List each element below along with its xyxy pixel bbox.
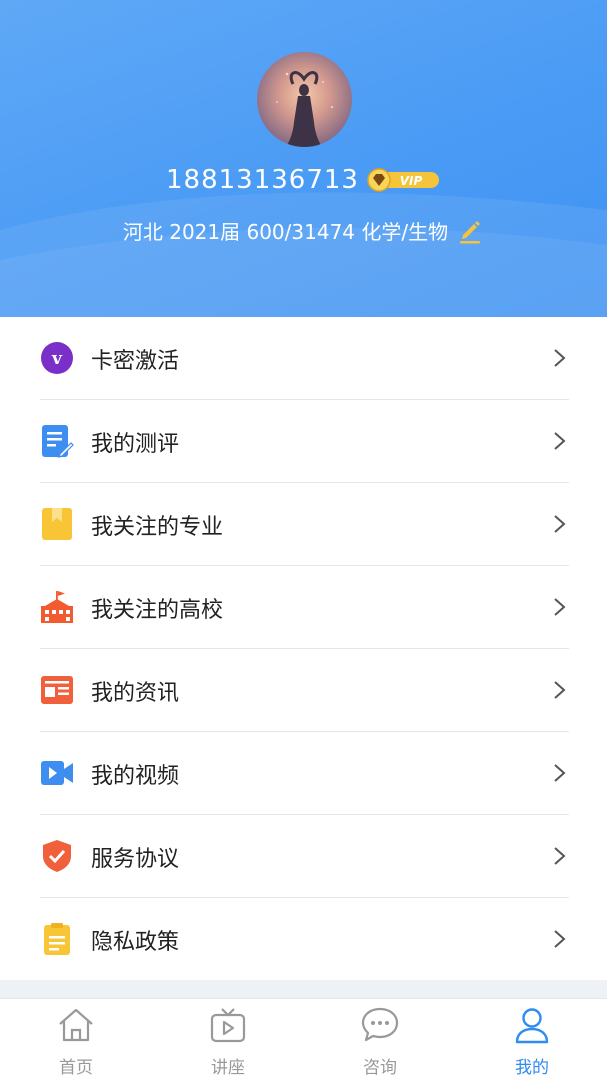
menu-item-label: 我的资讯 — [91, 681, 180, 706]
document-edit-icon — [40, 424, 74, 458]
avatar[interactable] — [257, 52, 352, 147]
tab-label: 咨询 — [363, 1058, 397, 1078]
tab-lectures[interactable]: 讲座 — [152, 999, 304, 1081]
tab-consult[interactable]: 咨询 — [304, 999, 456, 1081]
menu-item-service-agreement[interactable]: 服务协议 — [0, 815, 607, 898]
clipboard-icon — [40, 922, 74, 956]
bookmark-book-icon — [40, 507, 74, 541]
tab-label: 首页 — [59, 1058, 93, 1078]
chevron-right-icon — [554, 432, 566, 450]
menu-item-label: 隐私政策 — [91, 930, 180, 955]
account-row: 18813136713 VIP — [0, 160, 607, 200]
svg-text:v: v — [51, 349, 63, 369]
chevron-right-icon — [554, 930, 566, 948]
menu-item-my-videos[interactable]: 我的视频 — [0, 732, 607, 815]
tab-home[interactable]: 首页 — [0, 999, 152, 1081]
phone-number: 18813136713 — [166, 165, 359, 195]
menu-item-label: 我关注的专业 — [91, 515, 224, 540]
vip-label: VIP — [400, 174, 423, 188]
chevron-right-icon — [554, 764, 566, 782]
school-building-icon — [40, 590, 74, 624]
v-circle-icon: v — [40, 341, 74, 375]
chevron-right-icon — [554, 349, 566, 367]
menu-item-label: 我关注的高校 — [91, 598, 224, 623]
menu-item-my-news[interactable]: 我的资讯 — [0, 649, 607, 732]
tab-mine[interactable]: 我的 — [456, 999, 607, 1081]
chevron-right-icon — [554, 681, 566, 699]
bottom-tab-bar: 首页 讲座 咨询 我的 — [0, 998, 607, 1081]
video-camera-icon — [40, 756, 74, 790]
vip-badge-icon: VIP — [367, 168, 439, 192]
tab-label: 讲座 — [211, 1058, 245, 1078]
menu-list: v 卡密激活 我的测评 我关注的专业 我关注的高校 我的资讯 我的视频 服务协议… — [0, 317, 607, 980]
menu-item-label: 服务协议 — [91, 847, 180, 872]
menu-item-privacy-policy[interactable]: 隐私政策 — [0, 898, 607, 981]
tv-play-icon — [208, 1005, 248, 1045]
menu-item-followed-majors[interactable]: 我关注的专业 — [0, 483, 607, 566]
news-icon — [40, 673, 74, 707]
menu-item-label: 卡密激活 — [91, 349, 180, 374]
exam-info: 河北 2021届 600/31474 化学/生物 — [122, 219, 449, 244]
profile-info-row: 河北 2021届 600/31474 化学/生物 — [0, 212, 607, 248]
chat-bubble-icon — [360, 1005, 400, 1045]
edit-pencil-icon[interactable] — [456, 216, 484, 244]
menu-item-my-evaluation[interactable]: 我的测评 — [0, 400, 607, 483]
profile-header: 18813136713 VIP 河北 2021届 600/31474 化学/生物 — [0, 0, 607, 317]
home-icon — [56, 1005, 96, 1045]
shield-check-icon — [40, 839, 74, 873]
menu-item-label: 我的测评 — [91, 432, 180, 457]
user-icon — [512, 1005, 552, 1045]
menu-item-card-activation[interactable]: v 卡密激活 — [0, 317, 607, 400]
chevron-right-icon — [554, 847, 566, 865]
chevron-right-icon — [554, 515, 566, 533]
menu-item-label: 我的视频 — [91, 764, 180, 789]
tab-label: 我的 — [515, 1058, 549, 1078]
chevron-right-icon — [554, 598, 566, 616]
menu-item-followed-colleges[interactable]: 我关注的高校 — [0, 566, 607, 649]
